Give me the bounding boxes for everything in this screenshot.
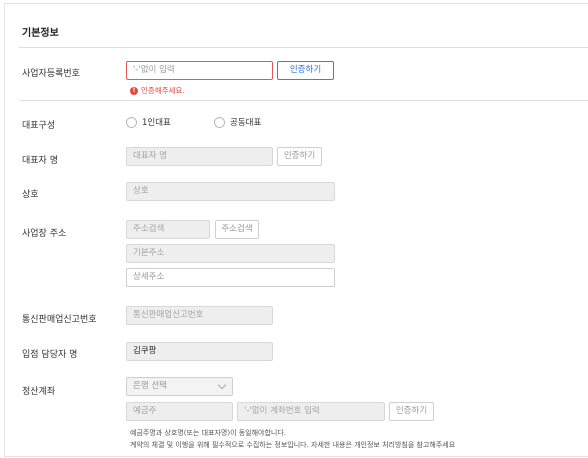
radio-single-label: 1인대표	[142, 118, 171, 128]
account-number-input[interactable]: '-'없이 계좌번호 입력	[237, 402, 385, 421]
mail-order-input[interactable]: 통신판매업신고번호	[126, 306, 273, 325]
business-number-verify-button[interactable]: 인증하기	[277, 61, 334, 80]
radio-joint-label: 공동대표	[230, 118, 262, 128]
business-number-error-text: 인증해주세요.	[141, 86, 185, 95]
manager-name-input[interactable]: 김쿠팡	[126, 342, 273, 361]
business-number-error: ! 인증해주세요.	[130, 85, 185, 96]
address-search-input[interactable]: 주소검색	[126, 220, 210, 239]
account-verify-button[interactable]: 인증하기	[389, 402, 434, 421]
mail-order-label: 통신판매업신고번호	[22, 315, 97, 325]
company-name-label: 상호	[22, 190, 39, 200]
section-title: 기본정보	[22, 28, 59, 39]
settlement-account-label: 정산계좌	[22, 387, 56, 397]
representative-type-label: 대표구성	[22, 121, 56, 131]
settlement-note-1: 예금주명과 상호명(또는 대표자명)이 동일해야합니다.	[130, 429, 287, 437]
representative-name-input[interactable]: 대표자 명	[126, 147, 273, 166]
radio-single-representative[interactable]: 1인대표	[126, 116, 171, 128]
section-divider	[19, 47, 588, 48]
manager-label: 입점 담당자 명	[22, 350, 78, 360]
basic-info-panel: 기본정보 사업자등록번호 '-'없이 입력 인증하기 ! 인증해주세요. 대표구…	[4, 3, 588, 457]
representative-name-label: 대표자 명	[22, 156, 58, 166]
business-number-label: 사업자등록번호	[22, 69, 80, 79]
company-name-input[interactable]: 상호	[126, 182, 335, 201]
account-holder-input[interactable]: 예금주	[126, 402, 233, 421]
chevron-down-icon	[217, 380, 227, 390]
address-search-button[interactable]: 주소검색	[215, 220, 259, 239]
bank-select[interactable]: 은행 선택	[126, 377, 233, 396]
business-number-input[interactable]: '-'없이 입력	[126, 61, 273, 80]
radio-joint-representative[interactable]: 공동대표	[214, 116, 261, 128]
detail-address-input[interactable]: 상세주소	[126, 268, 335, 287]
address-label: 사업장 주소	[22, 229, 67, 239]
row-divider	[19, 100, 588, 101]
radio-circle[interactable]	[126, 116, 137, 128]
radio-circle[interactable]	[214, 116, 225, 128]
bank-select-value: 은행 선택	[133, 381, 167, 391]
basic-address-input[interactable]: 기본주소	[126, 244, 335, 263]
exclamation-circle-icon: !	[130, 86, 138, 95]
settlement-note-2: 계약의 체결 및 이행을 위해 필수적으로 수집하는 정보입니다. 자세한 내용…	[130, 441, 456, 449]
representative-name-verify-button[interactable]: 인증하기	[277, 147, 322, 166]
